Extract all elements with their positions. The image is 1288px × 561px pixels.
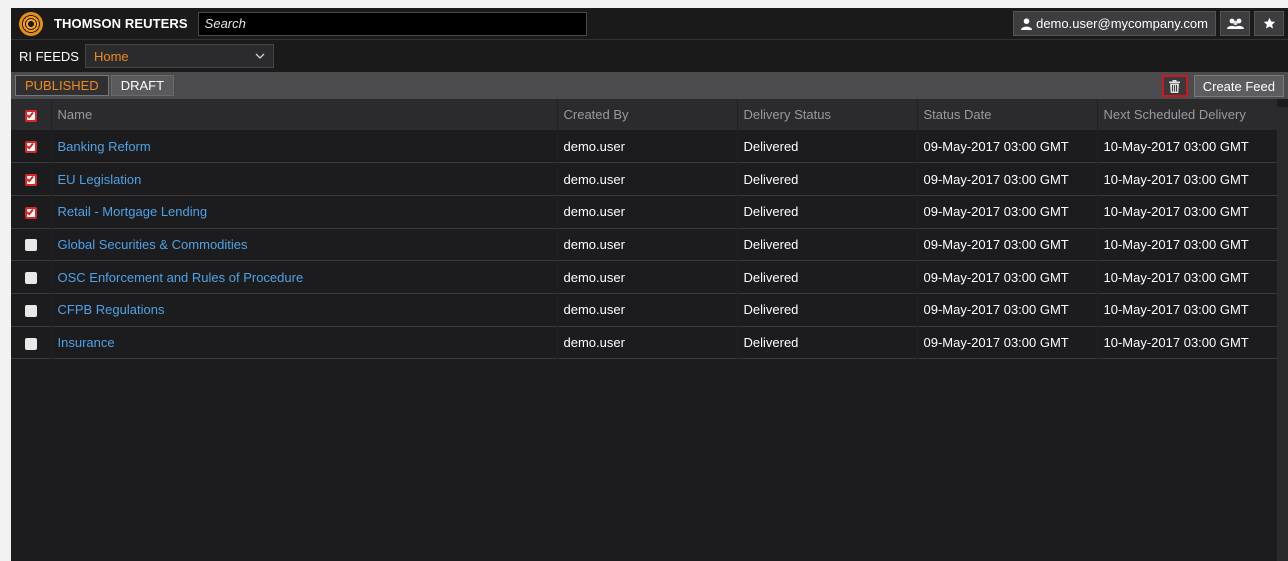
status-date-cell: 09-May-2017 03:00 GMT	[916, 195, 1097, 229]
select-all-checkbox[interactable]	[24, 109, 37, 122]
feed-name-link[interactable]: EU Legislation	[58, 172, 142, 187]
delivery-status-cell: Delivered	[736, 326, 917, 359]
table-row: Insurance demo.user Delivered 09-May-201…	[11, 326, 1277, 359]
feed-name-cell: Retail - Mortgage Lending	[50, 195, 557, 229]
select-all-cell	[11, 99, 51, 130]
trash-icon	[1169, 79, 1181, 93]
feed-name-cell: OSC Enforcement and Rules of Procedure	[50, 260, 557, 294]
row-checkbox-cell	[11, 326, 51, 359]
created-by-cell: demo.user	[556, 195, 737, 229]
row-checkbox-cell	[11, 293, 51, 326]
status-date-cell: 09-May-2017 03:00 GMT	[916, 260, 1097, 294]
status-date-cell: 09-May-2017 03:00 GMT	[916, 162, 1097, 196]
delivery-status-cell: Delivered	[736, 293, 917, 327]
delivery-status-cell: Delivered	[736, 130, 917, 163]
status-date-cell: 09-May-2017 03:00 GMT	[916, 293, 1097, 327]
column-header-name[interactable]: Name	[50, 99, 557, 130]
column-header-status-date[interactable]: Status Date	[916, 99, 1097, 130]
next-delivery-cell: 10-May-2017 03:00 GMT	[1096, 195, 1277, 229]
row-checkbox[interactable]	[24, 206, 37, 219]
table-row: EU Legislation demo.user Delivered 09-Ma…	[11, 162, 1277, 196]
chevron-down-icon	[255, 53, 265, 59]
table-row: Banking Reform demo.user Delivered 09-Ma…	[11, 130, 1277, 163]
row-checkbox-cell	[11, 195, 51, 228]
delivery-status-cell: Delivered	[736, 260, 917, 294]
row-checkbox-cell	[11, 163, 51, 196]
feed-name-link[interactable]: CFPB Regulations	[58, 302, 165, 317]
feed-name-cell: Insurance	[50, 326, 557, 359]
brand-name: THOMSON REUTERS	[54, 16, 188, 31]
delete-button[interactable]	[1161, 75, 1188, 97]
star-icon	[1263, 17, 1275, 29]
delivery-status-cell: Delivered	[736, 228, 917, 261]
column-header-next-delivery[interactable]: Next Scheduled Delivery	[1096, 99, 1277, 130]
delivery-status-cell: Delivered	[736, 195, 917, 229]
scrollbar-track[interactable]	[1277, 107, 1288, 561]
table-row: OSC Enforcement and Rules of Procedure d…	[11, 260, 1277, 294]
row-checkbox[interactable]	[24, 174, 37, 187]
search-input[interactable]	[197, 11, 587, 36]
status-date-cell: 09-May-2017 03:00 GMT	[916, 130, 1097, 163]
table-row: Retail - Mortgage Lending demo.user Deli…	[11, 195, 1277, 229]
next-delivery-cell: 10-May-2017 03:00 GMT	[1096, 293, 1277, 327]
feed-select[interactable]: Home	[84, 44, 274, 68]
feed-name-cell: Global Securities & Commodities	[50, 228, 557, 261]
row-checkbox[interactable]	[24, 272, 37, 285]
created-by-cell: demo.user	[556, 326, 737, 359]
row-checkbox-cell	[11, 228, 51, 261]
feed-name-link[interactable]: Banking Reform	[58, 139, 151, 154]
top-bar: THOMSON REUTERS demo.user@mycompany.com	[11, 8, 1288, 40]
created-by-cell: demo.user	[556, 260, 737, 294]
user-menu-button[interactable]: demo.user@mycompany.com	[1013, 11, 1216, 36]
tab-published[interactable]: PUBLISHED	[15, 75, 109, 96]
created-by-cell: demo.user	[556, 162, 737, 196]
feeds-bar: RI FEEDS Home	[11, 40, 1288, 72]
feed-name-cell: EU Legislation	[50, 162, 557, 196]
created-by-cell: demo.user	[556, 293, 737, 327]
created-by-cell: demo.user	[556, 130, 737, 163]
thomson-reuters-logo-icon	[19, 11, 43, 36]
next-delivery-cell: 10-May-2017 03:00 GMT	[1096, 228, 1277, 261]
feed-name-link[interactable]: Global Securities & Commodities	[58, 237, 248, 252]
next-delivery-cell: 10-May-2017 03:00 GMT	[1096, 130, 1277, 163]
next-delivery-cell: 10-May-2017 03:00 GMT	[1096, 260, 1277, 294]
user-icon	[1021, 17, 1033, 30]
row-checkbox[interactable]	[24, 337, 37, 350]
status-date-cell: 09-May-2017 03:00 GMT	[916, 228, 1097, 261]
row-checkbox-cell	[11, 261, 51, 294]
next-delivery-cell: 10-May-2017 03:00 GMT	[1096, 326, 1277, 359]
feed-select-value: Home	[93, 48, 129, 64]
create-feed-button[interactable]: Create Feed	[1193, 75, 1284, 97]
app-window: THOMSON REUTERS demo.user@mycompany.com	[11, 8, 1288, 561]
favorites-button[interactable]	[1254, 11, 1284, 36]
feed-name-link[interactable]: OSC Enforcement and Rules of Procedure	[58, 270, 304, 285]
delivery-status-cell: Delivered	[736, 162, 917, 196]
feed-name-link[interactable]: Retail - Mortgage Lending	[58, 204, 208, 219]
column-header-created-by[interactable]: Created By	[556, 99, 737, 130]
table-header-row: Name Created By Delivery Status Status D…	[11, 99, 1277, 130]
feed-actions: Create Feed	[1161, 75, 1284, 97]
user-label: demo.user@mycompany.com	[1036, 16, 1208, 31]
created-by-cell: demo.user	[556, 228, 737, 261]
row-checkbox[interactable]	[24, 239, 37, 252]
feeds-label: RI FEEDS	[19, 48, 79, 64]
table-row: CFPB Regulations demo.user Delivered 09-…	[11, 293, 1277, 327]
row-checkbox[interactable]	[24, 304, 37, 317]
next-delivery-cell: 10-May-2017 03:00 GMT	[1096, 162, 1277, 196]
feeds-table: Name Created By Delivery Status Status D…	[11, 99, 1277, 359]
status-date-cell: 09-May-2017 03:00 GMT	[916, 326, 1097, 359]
feed-name-cell: Banking Reform	[50, 130, 557, 163]
column-header-delivery-status[interactable]: Delivery Status	[736, 99, 917, 130]
tab-draft[interactable]: DRAFT	[110, 75, 175, 96]
row-checkbox-cell	[11, 130, 51, 163]
people-button[interactable]	[1220, 11, 1250, 36]
feed-name-link[interactable]: Insurance	[58, 335, 115, 350]
table-row: Global Securities & Commodities demo.use…	[11, 228, 1277, 261]
top-right-controls: demo.user@mycompany.com	[1013, 11, 1284, 36]
people-icon	[1226, 18, 1244, 29]
tab-bar: PUBLISHED DRAFT Create Feed	[11, 72, 1288, 99]
feed-name-cell: CFPB Regulations	[50, 293, 557, 327]
row-checkbox[interactable]	[24, 141, 37, 154]
